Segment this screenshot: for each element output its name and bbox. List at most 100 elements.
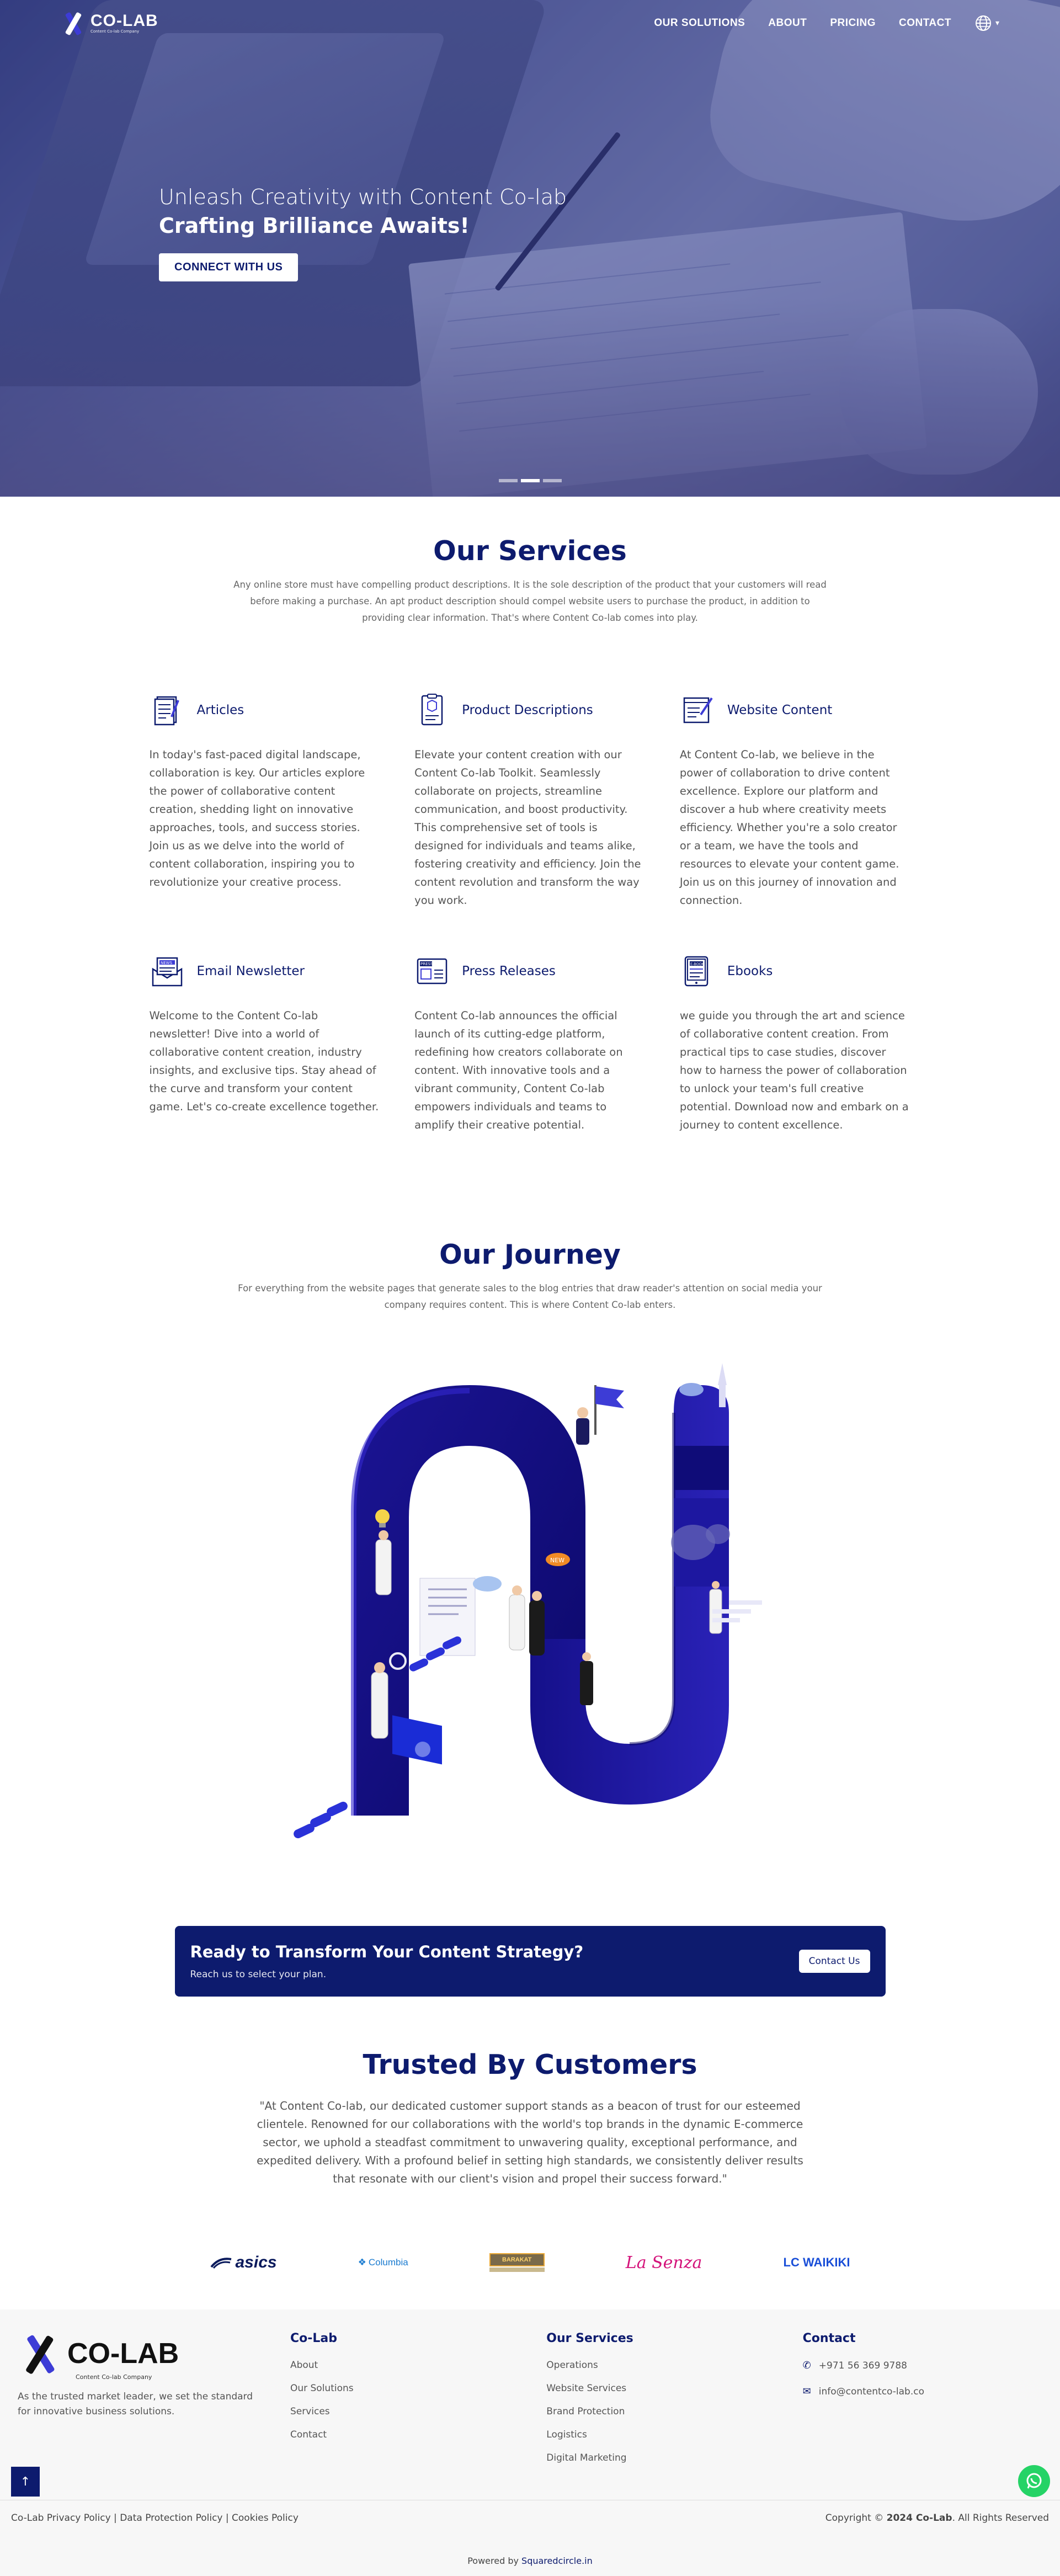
- ebook-icon: E-BOOK: [684, 956, 709, 987]
- asics-stripe-icon: [210, 2258, 231, 2269]
- service-card-product-descriptions: Product Descriptions Elevate your conten…: [414, 693, 646, 909]
- logo-text: CO-LAB: [90, 12, 158, 30]
- nav-menu: OUR SOLUTIONS ABOUT PRICING CONTACT ▾: [654, 14, 999, 32]
- brand-logo-columbia: ❖ Columbia: [358, 2257, 408, 2268]
- footer-phone[interactable]: ✆ +971 56 369 9788: [803, 2360, 1042, 2371]
- phone-icon: ✆: [802, 2360, 811, 2371]
- nav-link-our-solutions[interactable]: OUR SOLUTIONS: [654, 17, 745, 29]
- footer-bottom-bar: Co-Lab Privacy Policy | Data Protection …: [0, 2500, 1060, 2524]
- footer-link-website-services[interactable]: Website Services: [546, 2383, 786, 2394]
- connect-with-us-button[interactable]: CONNECT WITH US: [159, 253, 299, 281]
- trusted-section: Trusted By Customers "At Content Co-lab,…: [0, 1997, 1060, 2279]
- footer-logo-text: CO-LAB: [67, 2338, 179, 2370]
- svg-text:PRESS: PRESS: [420, 962, 433, 966]
- service-description: In today's fast-paced digital landscape,…: [149, 748, 365, 888]
- footer-email[interactable]: ✉ info@contentco-lab.co: [803, 2386, 1042, 2397]
- service-title: Ebooks: [727, 964, 773, 978]
- service-title: Product Descriptions: [462, 703, 593, 717]
- footer-link-logistics[interactable]: Logistics: [546, 2429, 786, 2440]
- hero-subheadline: Crafting Brilliance Awaits!: [159, 214, 470, 238]
- service-title: Articles: [196, 703, 244, 717]
- footer-col-contact: Contact ✆ +971 56 369 9788 ✉ info@conten…: [786, 2332, 1042, 2476]
- svg-text:E-BOOK: E-BOOK: [690, 962, 705, 966]
- caret-down-icon: ▾: [995, 19, 999, 28]
- services-section: Our Services Any online store must have …: [0, 497, 1060, 1134]
- footer-link-contact[interactable]: Contact: [290, 2429, 530, 2440]
- brand-logo-lc-waikiki: LC WAIKIKI: [783, 2255, 850, 2269]
- footer-col-colab: Co-Lab About Our Solutions Services Cont…: [274, 2332, 530, 2476]
- services-grid: Articles In today's fast-paced digital l…: [150, 693, 911, 1134]
- arrow-up-icon: ↑: [20, 2474, 31, 2489]
- globe-icon: [975, 15, 991, 31]
- footer-link-about[interactable]: About: [290, 2360, 530, 2371]
- service-card-ebooks: E-BOOK Ebooks we guide you through the a…: [680, 954, 911, 1134]
- footer-col-title: Co-Lab: [290, 2332, 337, 2345]
- powered-by-link[interactable]: Squaredcircle.in: [521, 2556, 593, 2566]
- footer-link-services[interactable]: Services: [290, 2406, 530, 2417]
- service-card-articles: Articles In today's fast-paced digital l…: [150, 693, 381, 909]
- carousel-dot[interactable]: [498, 479, 518, 482]
- brand-logos: asics ❖ Columbia BARAKAT La Senza LC WAIK…: [177, 2246, 883, 2279]
- journey-title: Our Journey: [439, 1239, 621, 1270]
- service-description: At Content Co-lab, we believe in the pow…: [679, 748, 899, 907]
- logo-x-icon: [61, 10, 86, 36]
- website-content-icon: [683, 697, 713, 723]
- carousel-indicators: [498, 479, 562, 482]
- footer-link-operations[interactable]: Operations: [546, 2360, 786, 2371]
- service-card-website-content: Website Content At Content Co-lab, we be…: [680, 693, 911, 909]
- logo-tagline: Content Co-lab Company: [90, 29, 140, 34]
- policy-links[interactable]: Co-Lab Privacy Policy | Data Protection …: [11, 2513, 299, 2524]
- brand-logo-la-senza: La Senza: [625, 2253, 702, 2272]
- cta-banner: Ready to Transform Your Content Strategy…: [174, 1926, 886, 1997]
- footer-col-title: Our Services: [546, 2332, 633, 2345]
- email-icon: ✉: [802, 2386, 811, 2397]
- footer-col-services: Our Services Operations Website Services…: [530, 2332, 786, 2476]
- service-card-press-releases: PRESS Press Releases Content Co-lab anno…: [414, 954, 646, 1134]
- service-description: Welcome to the Content Co-lab newsletter…: [149, 1009, 379, 1113]
- footer-link-our-solutions[interactable]: Our Solutions: [290, 2383, 530, 2394]
- service-card-email-newsletter: NEWS Email Newsletter Welcome to the Con…: [150, 954, 381, 1134]
- site-logo[interactable]: CO-LAB Content Co-lab Company: [61, 10, 158, 36]
- nav-link-pricing[interactable]: PRICING: [830, 17, 876, 29]
- powered-by: Powered by Squaredcircle.in: [467, 2556, 593, 2566]
- article-icon: [154, 696, 179, 726]
- carousel-dot[interactable]: [542, 479, 562, 482]
- nav-link-contact[interactable]: CONTACT: [899, 17, 951, 29]
- footer-brand: CO-LAB Content Co-lab Company As the tru…: [18, 2332, 274, 2476]
- whatsapp-button[interactable]: [1018, 2465, 1050, 2497]
- service-title: Email Newsletter: [196, 964, 305, 978]
- nav-link-about[interactable]: ABOUT: [768, 17, 807, 29]
- service-description: we guide you through the art and science…: [679, 1009, 909, 1131]
- contact-us-button[interactable]: Contact Us: [798, 1950, 870, 1973]
- site-footer: CO-LAB Content Co-lab Company As the tru…: [0, 2309, 1060, 2576]
- footer-link-digital-marketing[interactable]: Digital Marketing: [546, 2452, 786, 2463]
- hero-headline: Unleash Creativity with Content Co-lab: [159, 185, 567, 209]
- journey-illustration: NEW: [293, 1363, 768, 1860]
- services-title: Our Services: [433, 535, 627, 567]
- service-title: Press Releases: [462, 964, 556, 978]
- product-description-icon: [421, 694, 443, 726]
- hero-text: Unleash Creativity with Content Co-lab C…: [159, 185, 567, 281]
- newsletter-icon: NEWS: [152, 957, 182, 987]
- services-subtitle: Any online store must have compelling pr…: [233, 579, 827, 623]
- journey-path-illustration: NEW: [293, 1363, 762, 1839]
- trusted-title: Trusted By Customers: [363, 2049, 697, 2080]
- carousel-dot-active[interactable]: [520, 479, 540, 482]
- footer-link-brand-protection[interactable]: Brand Protection: [546, 2406, 786, 2417]
- language-selector[interactable]: ▾: [974, 14, 999, 32]
- new-badge: NEW: [550, 1557, 564, 1564]
- svg-text:NEWS: NEWS: [161, 961, 173, 965]
- brand-logo-asics: asics: [177, 2253, 277, 2272]
- top-navigation: CO-LAB Content Co-lab Company OUR SOLUTI…: [0, 0, 1060, 46]
- service-title: Website Content: [727, 703, 833, 717]
- brand-logo-barakat: BARAKAT: [489, 2253, 545, 2272]
- copyright: Copyright © 2024 Co-Lab. All Rights Rese…: [825, 2513, 1049, 2524]
- journey-subtitle: For everything from the website pages th…: [238, 1283, 822, 1310]
- columbia-diamond-icon: ❖: [358, 2257, 366, 2268]
- scroll-to-top-button[interactable]: ↑: [11, 2467, 40, 2497]
- footer-logo-tagline: Content Co-lab Company: [76, 2373, 152, 2381]
- whatsapp-icon: [1026, 2473, 1042, 2489]
- press-release-icon: PRESS: [417, 958, 448, 984]
- service-description: Elevate your content creation with our C…: [414, 748, 641, 907]
- testimonial-quote: "At Content Co-lab, our dedicated custom…: [257, 2099, 803, 2185]
